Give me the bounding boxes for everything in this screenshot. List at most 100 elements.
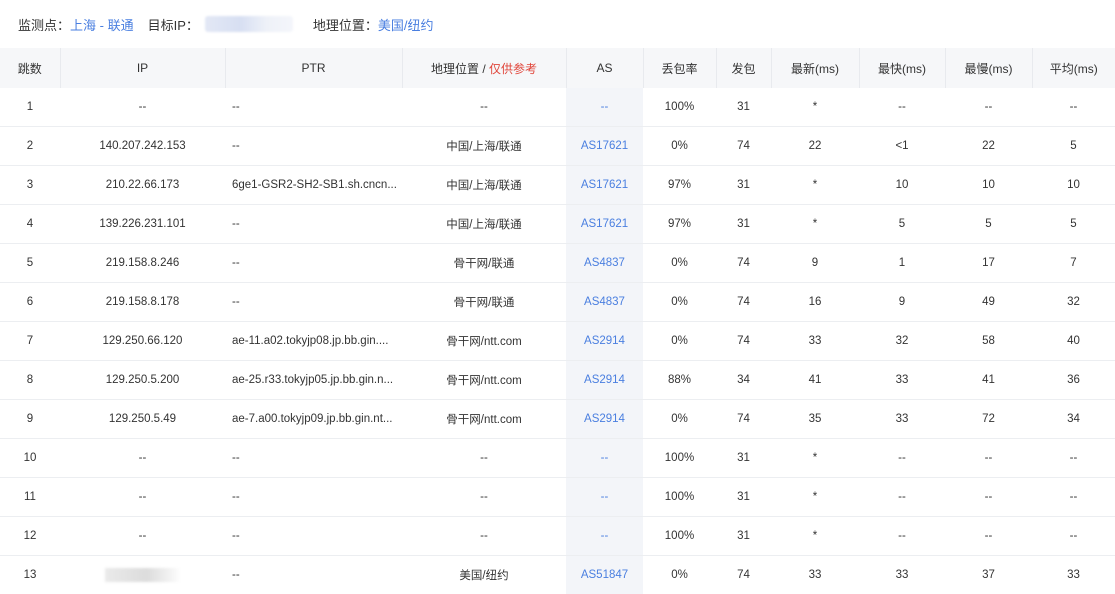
cell-loss: 97% — [643, 166, 716, 205]
table-row: 13--美国/纽约AS518470%7433333733 — [0, 556, 1115, 594]
cell-geo: 骨干网/联通 — [402, 244, 566, 283]
cell-ptr: ae-11.a02.tokyjp08.jp.bb.gin.... — [225, 322, 402, 361]
col-avg: 平均(ms) — [1032, 48, 1115, 88]
cell-last: 16 — [771, 283, 859, 322]
col-as: AS — [566, 48, 643, 88]
monitor-header: 监测点： 上海 - 联通 目标IP： 地理位置： 美国/纽约 — [0, 0, 1115, 48]
cell-sent: 31 — [716, 166, 771, 205]
cell-loss: 0% — [643, 400, 716, 439]
table-row: 5219.158.8.246--骨干网/联通AS48370%7491177 — [0, 244, 1115, 283]
table-row: 10--------100%31*------ — [0, 439, 1115, 478]
cell-hop: 13 — [0, 556, 60, 594]
cell-ip: 210.22.66.173 — [60, 166, 225, 205]
cell-worst: 10 — [945, 166, 1032, 205]
cell-last: * — [771, 88, 859, 127]
cell-as[interactable]: AS51847 — [566, 556, 643, 594]
geo-location-label: 地理位置： — [313, 15, 378, 34]
cell-as[interactable]: AS4837 — [566, 244, 643, 283]
cell-ip: -- — [60, 439, 225, 478]
geo-reference-note: 仅供参考 — [489, 62, 537, 76]
cell-best: 33 — [859, 361, 945, 400]
cell-as[interactable]: AS2914 — [566, 361, 643, 400]
cell-loss: 100% — [643, 478, 716, 517]
cell-ptr: -- — [225, 478, 402, 517]
table-row: 1--------100%31*------ — [0, 88, 1115, 127]
cell-as[interactable]: AS17621 — [566, 166, 643, 205]
col-ip: IP — [60, 48, 225, 88]
cell-as[interactable]: AS2914 — [566, 400, 643, 439]
cell-ip: -- — [60, 517, 225, 556]
cell-as[interactable]: AS2914 — [566, 322, 643, 361]
cell-geo: 中国/上海/联通 — [402, 166, 566, 205]
cell-sent: 74 — [716, 283, 771, 322]
cell-hop: 6 — [0, 283, 60, 322]
cell-worst: 41 — [945, 361, 1032, 400]
cell-sent: 74 — [716, 400, 771, 439]
cell-avg: -- — [1032, 88, 1115, 127]
cell-sent: 31 — [716, 88, 771, 127]
cell-avg: 40 — [1032, 322, 1115, 361]
cell-sent: 74 — [716, 127, 771, 166]
cell-loss: 0% — [643, 244, 716, 283]
cell-ptr: -- — [225, 517, 402, 556]
cell-worst: 5 — [945, 205, 1032, 244]
col-last: 最新(ms) — [771, 48, 859, 88]
cell-as: -- — [566, 439, 643, 478]
cell-avg: 36 — [1032, 361, 1115, 400]
cell-geo: 中国/上海/联通 — [402, 205, 566, 244]
cell-avg: 5 — [1032, 127, 1115, 166]
cell-sent: 31 — [716, 439, 771, 478]
cell-as[interactable]: AS17621 — [566, 127, 643, 166]
cell-worst: 22 — [945, 127, 1032, 166]
cell-ptr: -- — [225, 283, 402, 322]
cell-loss: 0% — [643, 283, 716, 322]
cell-ip — [60, 556, 225, 594]
cell-best: <1 — [859, 127, 945, 166]
cell-loss: 88% — [643, 361, 716, 400]
col-worst: 最慢(ms) — [945, 48, 1032, 88]
table-row: 12--------100%31*------ — [0, 517, 1115, 556]
cell-avg: -- — [1032, 517, 1115, 556]
cell-loss: 0% — [643, 556, 716, 594]
cell-worst: -- — [945, 478, 1032, 517]
geo-location-value[interactable]: 美国/纽约 — [378, 15, 434, 34]
cell-worst: -- — [945, 88, 1032, 127]
cell-worst: 17 — [945, 244, 1032, 283]
redacted-ip — [105, 568, 181, 582]
cell-best: 33 — [859, 556, 945, 594]
cell-last: 33 — [771, 556, 859, 594]
cell-avg: -- — [1032, 478, 1115, 517]
cell-loss: 0% — [643, 322, 716, 361]
cell-ptr: -- — [225, 127, 402, 166]
table-row: 8129.250.5.200ae-25.r33.tokyjp05.jp.bb.g… — [0, 361, 1115, 400]
cell-as[interactable]: AS17621 — [566, 205, 643, 244]
cell-ip: 129.250.66.120 — [60, 322, 225, 361]
table-row: 4139.226.231.101--中国/上海/联通AS1762197%31*5… — [0, 205, 1115, 244]
cell-sent: 31 — [716, 517, 771, 556]
cell-loss: 100% — [643, 439, 716, 478]
cell-geo: 骨干网/ntt.com — [402, 322, 566, 361]
cell-hop: 1 — [0, 88, 60, 127]
cell-loss: 97% — [643, 205, 716, 244]
cell-hop: 8 — [0, 361, 60, 400]
cell-best: -- — [859, 88, 945, 127]
cell-ip: 129.250.5.200 — [60, 361, 225, 400]
cell-ptr: ae-7.a00.tokyjp09.jp.bb.gin.nt... — [225, 400, 402, 439]
cell-last: * — [771, 517, 859, 556]
cell-geo: -- — [402, 517, 566, 556]
cell-worst: 37 — [945, 556, 1032, 594]
cell-ptr: 6ge1-GSR2-SH2-SB1.sh.cncn... — [225, 166, 402, 205]
monitor-point-value[interactable]: 上海 - 联通 — [70, 15, 134, 34]
cell-ptr: -- — [225, 88, 402, 127]
col-sent: 发包 — [716, 48, 771, 88]
cell-as[interactable]: AS4837 — [566, 283, 643, 322]
cell-last: * — [771, 439, 859, 478]
cell-geo: 骨干网/联通 — [402, 283, 566, 322]
cell-last: * — [771, 205, 859, 244]
table-row: 9129.250.5.49ae-7.a00.tokyjp09.jp.bb.gin… — [0, 400, 1115, 439]
cell-hop: 2 — [0, 127, 60, 166]
cell-ip: 219.158.8.178 — [60, 283, 225, 322]
table-row: 6219.158.8.178--骨干网/联通AS48370%741694932 — [0, 283, 1115, 322]
cell-ptr: -- — [225, 556, 402, 594]
cell-hop: 5 — [0, 244, 60, 283]
